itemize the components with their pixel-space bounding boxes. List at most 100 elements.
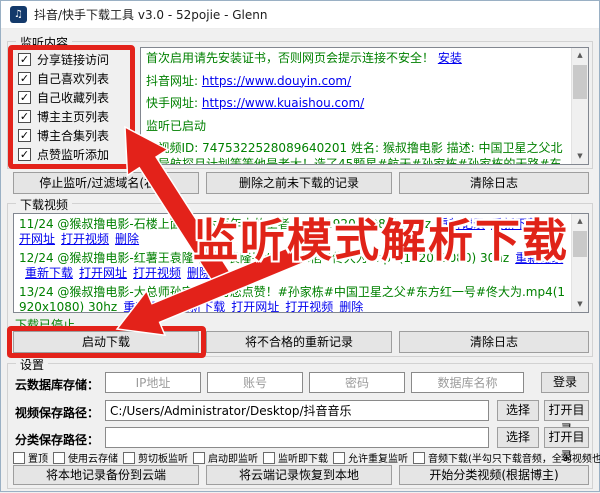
open-video-link[interactable]: 打开视频 (133, 266, 181, 280)
checkbox-my-favorites[interactable]: ✓ 自己收藏列表 (18, 89, 109, 105)
checkbox-label: 点赞监听添加 (37, 146, 109, 163)
option-label: 剪切板监听 (138, 450, 188, 465)
clear-download-log-button[interactable]: 清除日志 (399, 331, 589, 353)
option-label: 监听即下载 (278, 450, 328, 465)
rerecord-link[interactable]: 重新记录 (515, 251, 563, 265)
scroll-down-icon[interactable]: ▼ (572, 149, 588, 164)
category-path-open-button[interactable]: 打开目录 (544, 427, 589, 448)
category-path-input[interactable] (105, 427, 489, 448)
login-button[interactable]: 登录 (541, 372, 589, 393)
listen-log-content: 首次启用请先安装证书，否则网页会提示连接不安全！ 安装 抖音网址: https:… (146, 51, 568, 164)
option-clipboard-listen[interactable]: 剪切板监听 (123, 450, 188, 465)
delete-link[interactable]: 删除 (115, 232, 139, 246)
checkbox-unchecked-icon (53, 452, 65, 464)
kuaishou-url-line: 快手网址: https://www.kuaishou.com/ (146, 96, 568, 112)
checkbox-unchecked-icon (333, 452, 345, 464)
rerecord-link[interactable]: 重新记录 (123, 300, 171, 312)
option-listen-on-start[interactable]: 启动即监听 (193, 450, 258, 465)
app-icon: ♫ (10, 6, 27, 23)
open-url-link[interactable]: 打开网址 (231, 300, 279, 312)
backup-to-cloud-button[interactable]: 将本地记录备份到云端 (13, 465, 199, 485)
download-entry: 13/24 @猴叔撸电影-大总师孙家栋！为您点赞！#孙家栋#中国卫星之父#东方红… (19, 285, 569, 312)
checkbox-share-link[interactable]: ✓ 分享链接访问 (18, 51, 109, 67)
kuaishou-url-link[interactable]: https://www.kuaishou.com/ (202, 96, 364, 110)
douyin-url-line: 抖音网址: https://www.douyin.com/ (146, 74, 568, 90)
listen-log-scrollbar[interactable]: ▲ ▼ (571, 48, 588, 164)
kuaishou-label: 快手网址: (146, 96, 198, 110)
option-label: 音频下载(半勾只下载音频，全勾视频也下载) (428, 450, 600, 465)
option-download-on-listen[interactable]: 监听即下载 (263, 450, 328, 465)
restore-from-cloud-button[interactable]: 将云端记录恢复到本地 (206, 465, 392, 485)
checkbox-checked-icon: ✓ (18, 72, 31, 85)
db-name-input[interactable] (411, 372, 524, 393)
delete-link[interactable]: 删除 (339, 300, 363, 312)
stop-listen-button[interactable]: 停止监听/过滤域名(右击) (13, 172, 199, 194)
scroll-up-icon[interactable]: ▲ (572, 214, 588, 229)
option-audio-download[interactable]: 音频下载(半勾只下载音频，全勾视频也下载) (413, 450, 600, 465)
ip-address-input[interactable] (105, 372, 201, 393)
classify-videos-button[interactable]: 开始分类视频(根据博主) (399, 465, 589, 485)
delete-undownloaded-button[interactable]: 删除之前未下载的记录 (206, 172, 392, 194)
checkbox-label: 博主合集列表 (37, 127, 109, 144)
checkbox-my-likes[interactable]: ✓ 自己喜欢列表 (18, 70, 109, 86)
video-path-choose-button[interactable]: 选择 (497, 400, 539, 421)
checkbox-checked-icon: ✓ (18, 53, 31, 66)
account-input[interactable] (207, 372, 303, 393)
password-input[interactable] (309, 372, 405, 393)
download-entry: 12/24 @猴叔撸电影-红薯王袁隆平！#袁隆平#杂交水稻#佟大为.mp4(19… (19, 251, 569, 281)
download-list-content: 11/24 @猴叔撸电影-石楼上面能坐六百年中的王者.mp4(1920x1080… (19, 217, 569, 312)
category-path-choose-button[interactable]: 选择 (497, 427, 539, 448)
log-entry: 1 视频ID: 7475322528089640201 姓名: 猴叔撸电影 描述… (146, 141, 568, 164)
title-bar: ♫ 抖音/快手下载工具 v3.0 - 52pojie - Glenn (1, 1, 599, 29)
redownload-link[interactable]: 重新下载 (177, 300, 225, 312)
checkbox-unchecked-icon (263, 452, 275, 464)
settings-group-title: 设置 (16, 356, 48, 373)
download-entry: 11/24 @猴叔撸电影-石楼上面能坐六百年中的王者.mp4(1920x1080… (19, 217, 569, 247)
open-url-link[interactable]: 打开网址 (79, 266, 127, 280)
download-entry-text: 11/24 @猴叔撸电影-石楼上面能坐六百年中的王者.mp4(1920x1080… (19, 217, 431, 231)
delete-link[interactable]: 删除 (187, 266, 211, 280)
rerecord-unqualified-button[interactable]: 将不合格的重新记录 (206, 331, 392, 353)
checkbox-label: 自己收藏列表 (37, 89, 109, 106)
listen-group-title: 监听内容 (16, 34, 72, 51)
video-path-open-button[interactable]: 打开目录 (544, 400, 589, 421)
checkbox-blogger-collection[interactable]: ✓ 博主合集列表 (18, 127, 109, 143)
scrollbar-thumb[interactable] (573, 65, 587, 99)
checkbox-like-listen-add[interactable]: ✓ 点赞监听添加 (18, 146, 109, 162)
redownload-link[interactable]: 重新下载 (491, 217, 539, 231)
download-list-panel: 11/24 @猴叔撸电影-石楼上面能坐六百年中的王者.mp4(1920x1080… (13, 213, 589, 313)
download-list-scrollbar[interactable]: ▲ ▼ (571, 214, 588, 312)
scroll-up-icon[interactable]: ▲ (572, 48, 588, 63)
checkbox-label: 博主主页列表 (37, 108, 109, 125)
download-group-title: 下载视频 (16, 196, 72, 213)
checkbox-checked-icon: ✓ (18, 110, 31, 123)
checkbox-checked-icon: ✓ (18, 129, 31, 142)
video-path-input[interactable] (105, 400, 489, 421)
checkbox-unchecked-icon (413, 452, 425, 464)
option-use-cloud-storage[interactable]: 使用云存储 (53, 450, 118, 465)
checkbox-label: 分享链接访问 (37, 51, 109, 68)
douyin-url-link[interactable]: https://www.douyin.com/ (202, 74, 351, 88)
clear-listen-log-button[interactable]: 清除日志 (399, 172, 589, 194)
option-label: 置顶 (28, 450, 48, 465)
open-video-link[interactable]: 打开视频 (285, 300, 333, 312)
checkbox-checked-icon: ✓ (18, 148, 31, 161)
install-cert-link[interactable]: 安装 (438, 51, 462, 65)
start-download-button[interactable]: 启动下载 (13, 331, 199, 353)
redownload-link[interactable]: 重新下载 (25, 266, 73, 280)
rerecord-link[interactable]: 重新记录 (437, 217, 485, 231)
checkbox-unchecked-icon (123, 452, 135, 464)
option-label: 启动即监听 (208, 450, 258, 465)
douyin-label: 抖音网址: (146, 74, 198, 88)
checkbox-label: 自己喜欢列表 (37, 70, 109, 87)
open-video-link[interactable]: 打开视频 (61, 232, 109, 246)
checkbox-unchecked-icon (13, 452, 25, 464)
option-allow-repeat-listen[interactable]: 允许重复监听 (333, 450, 408, 465)
scrollbar-thumb[interactable] (573, 231, 587, 257)
option-always-on-top[interactable]: 置顶 (13, 450, 48, 465)
scroll-down-icon[interactable]: ▼ (572, 297, 588, 312)
download-entry-text: 12/24 @猴叔撸电影-红薯王袁隆平！#袁隆平#杂交水稻#佟大为.mp4(19… (19, 251, 509, 265)
checkbox-blogger-home[interactable]: ✓ 博主主页列表 (18, 108, 109, 124)
checkbox-checked-icon: ✓ (18, 91, 31, 104)
cert-notice-line: 首次启用请先安装证书，否则网页会提示连接不安全！ 安装 (146, 51, 568, 67)
